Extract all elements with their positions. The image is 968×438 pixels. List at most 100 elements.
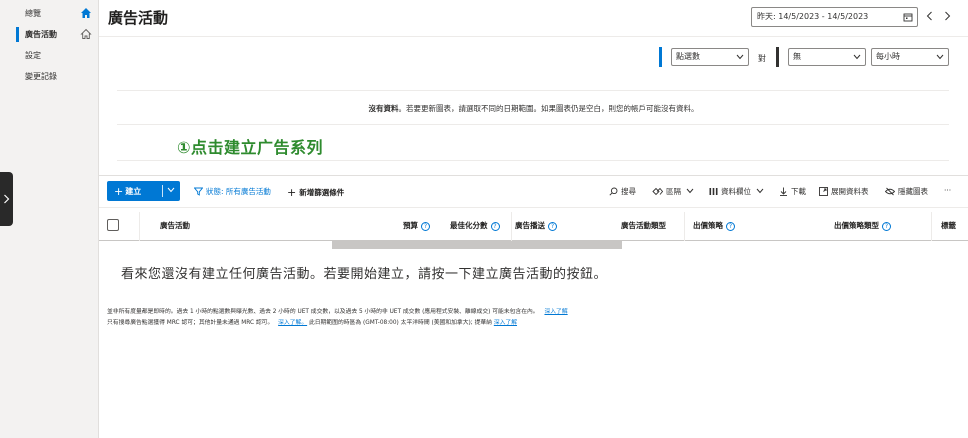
sidebar-item-overview[interactable]: 總覽 — [0, 3, 98, 24]
learn-more-link[interactable]: 深入了解。 — [278, 320, 307, 326]
hide-chart-button[interactable]: 隱藏圖表 — [885, 186, 928, 197]
search-button[interactable]: 搜尋 — [609, 186, 636, 197]
sidebar: 總覽 廣告活動 設定 變更記錄 — [0, 0, 99, 438]
home-icon — [81, 8, 91, 18]
segment-label: 區隔 — [666, 187, 681, 196]
col-campaign-type[interactable]: 廣告活動類型 — [621, 220, 666, 231]
hide-chart-label: 隱藏圖表 — [898, 187, 928, 196]
next-period-icon[interactable] — [941, 10, 953, 22]
col-bid-strategy-label: 出價策略 — [693, 221, 723, 230]
columns-icon — [709, 188, 718, 195]
chevron-down-icon — [757, 188, 764, 194]
filter-icon — [194, 187, 203, 196]
chevron-down-icon — [687, 188, 694, 194]
no-data-bold: 沒有資料 — [368, 104, 399, 113]
granularity-value: 每小時 — [876, 52, 900, 61]
metric2-value: 無 — [793, 52, 801, 61]
chevron-right-icon — [4, 194, 10, 204]
create-label: 建立 — [125, 187, 142, 196]
col-labels-label: 標籤 — [941, 221, 956, 230]
learn-more-link[interactable]: 深入了解 — [494, 320, 517, 326]
chart-gridline — [117, 124, 949, 125]
select-all-checkbox[interactable] — [107, 219, 119, 231]
col-campaign[interactable]: 廣告活動 — [160, 220, 190, 231]
page-title: 廣告活動 — [108, 9, 169, 27]
help-icon[interactable]: ? — [882, 222, 891, 231]
more-options-button[interactable]: ··· — [944, 186, 951, 195]
col-labels[interactable]: 標籤 — [941, 220, 956, 231]
search-label: 搜尋 — [621, 187, 636, 196]
plus-icon: + — [287, 186, 297, 199]
column-divider — [511, 212, 512, 241]
footnote-text: 只有搜尋廣告點選獲得 MRC 認可；其他計量未通過 MRC 認可。 — [107, 320, 274, 326]
sidebar-toggle-button[interactable] — [0, 172, 13, 226]
add-filter-label: 新增篩選條件 — [299, 188, 345, 197]
download-icon — [780, 187, 787, 196]
help-icon[interactable]: ? — [490, 222, 500, 231]
col-type-label: 廣告活動類型 — [621, 221, 666, 230]
empty-table-message: 看來您還沒有建立任何廣告活動。若要開始建立，請按一下建立廣告活動的按鈕。 — [121, 267, 608, 282]
create-button[interactable]: + 建立 — [107, 181, 180, 201]
col-bid-strategy-type-label: 出價策略類型 — [834, 221, 879, 230]
expand-icon — [819, 187, 828, 196]
date-range-picker[interactable]: 昨天: 14/5/2023 - 14/5/2023 — [751, 7, 918, 27]
expand-table-label: 展開資料表 — [831, 187, 869, 196]
col-delivery-label: 廣告播送 — [515, 221, 545, 230]
segment-icon — [652, 187, 663, 196]
chart-gridline — [117, 160, 949, 161]
chevron-down-icon[interactable] — [167, 187, 175, 193]
metric2-select[interactable]: 無 — [788, 48, 866, 66]
col-delivery[interactable]: 廣告播送? — [515, 220, 557, 231]
col-budget-label: 預算 — [403, 221, 418, 230]
col-budget[interactable]: 預算? — [403, 220, 430, 231]
column-divider — [684, 212, 685, 241]
sidebar-item-change-history[interactable]: 變更記錄 — [0, 66, 98, 87]
no-data-message: 沒有資料。若要更新圖表，請選取不同的日期範圍。如果圖表仍是空白，則您的帳戶可能沒… — [99, 103, 968, 114]
learn-more-link[interactable]: 深入了解 — [544, 309, 567, 315]
footnote-text: 此日期範圍的時區為 (GMT-08:00) 太平洋時間 (美國和加拿大); 提華… — [307, 320, 494, 326]
previous-period-icon[interactable] — [924, 10, 936, 22]
segment-button[interactable]: 區隔 — [652, 186, 694, 197]
table-toolbar: + 建立 狀態: 所有廣告活動 + 新增篩選條件 搜尋 區隔 資料欄位 下載 展… — [99, 175, 968, 205]
plus-icon: + — [114, 185, 124, 198]
column-divider — [931, 212, 932, 241]
col-optimization-score[interactable]: 最佳化分數? — [450, 220, 500, 231]
help-icon[interactable]: ? — [548, 222, 557, 231]
footnote-text: 並非所有度量都是即時的。過去 1 小時的點選數與曝光數、過去 2 小時的 UET… — [107, 309, 539, 315]
tutorial-annotation: ①点击建立广告系列 — [177, 138, 324, 157]
granularity-select[interactable]: 每小時 — [871, 48, 949, 66]
col-bid-strategy-type[interactable]: 出價策略類型? — [834, 220, 891, 231]
chart-gridline — [117, 90, 949, 91]
col-campaign-label: 廣告活動 — [160, 221, 190, 230]
chevron-down-icon — [853, 54, 861, 60]
sidebar-item-label: 設定 — [25, 51, 41, 60]
add-filter-button[interactable]: + 新增篩選條件 — [287, 186, 344, 199]
columns-button[interactable]: 資料欄位 — [709, 186, 764, 197]
expand-table-button[interactable]: 展開資料表 — [819, 186, 869, 197]
download-button[interactable]: 下載 — [779, 186, 806, 197]
versus-label: 對 — [758, 54, 766, 63]
calendar-icon — [903, 13, 913, 22]
sidebar-item-campaigns[interactable]: 廣告活動 — [0, 24, 98, 45]
horizontal-scrollbar[interactable] — [332, 241, 622, 249]
status-filter-label: 狀態: 所有廣告活動 — [206, 187, 271, 196]
home-outline-icon — [80, 28, 92, 39]
date-range-text: 昨天: 14/5/2023 - 14/5/2023 — [757, 12, 869, 21]
metric2-color-marker — [776, 47, 779, 67]
sidebar-item-settings[interactable]: 設定 — [0, 45, 98, 66]
status-filter-button[interactable]: 狀態: 所有廣告活動 — [194, 186, 271, 197]
chevron-down-icon — [936, 54, 944, 60]
metric1-color-marker — [659, 47, 662, 67]
no-data-text: 。若要更新圖表，請選取不同的日期範圍。如果圖表仍是空白，則您的帳戶可能沒有資料。 — [398, 104, 699, 113]
sidebar-item-label: 變更記錄 — [25, 72, 57, 81]
sidebar-item-label: 總覽 — [25, 9, 41, 18]
columns-label: 資料欄位 — [721, 187, 751, 196]
col-opt-score-label: 最佳化分數 — [450, 221, 488, 230]
col-bid-strategy[interactable]: 出價策略? — [693, 220, 735, 231]
app-root: 總覽 廣告活動 設定 變更記錄 廣告活動 昨天: 14/5/2023 - 14/… — [0, 0, 968, 438]
metric1-select[interactable]: 點選數 — [671, 48, 749, 66]
chevron-down-icon — [736, 54, 744, 60]
help-icon[interactable]: ? — [726, 222, 735, 231]
hide-icon — [885, 187, 895, 196]
help-icon[interactable]: ? — [421, 222, 430, 231]
